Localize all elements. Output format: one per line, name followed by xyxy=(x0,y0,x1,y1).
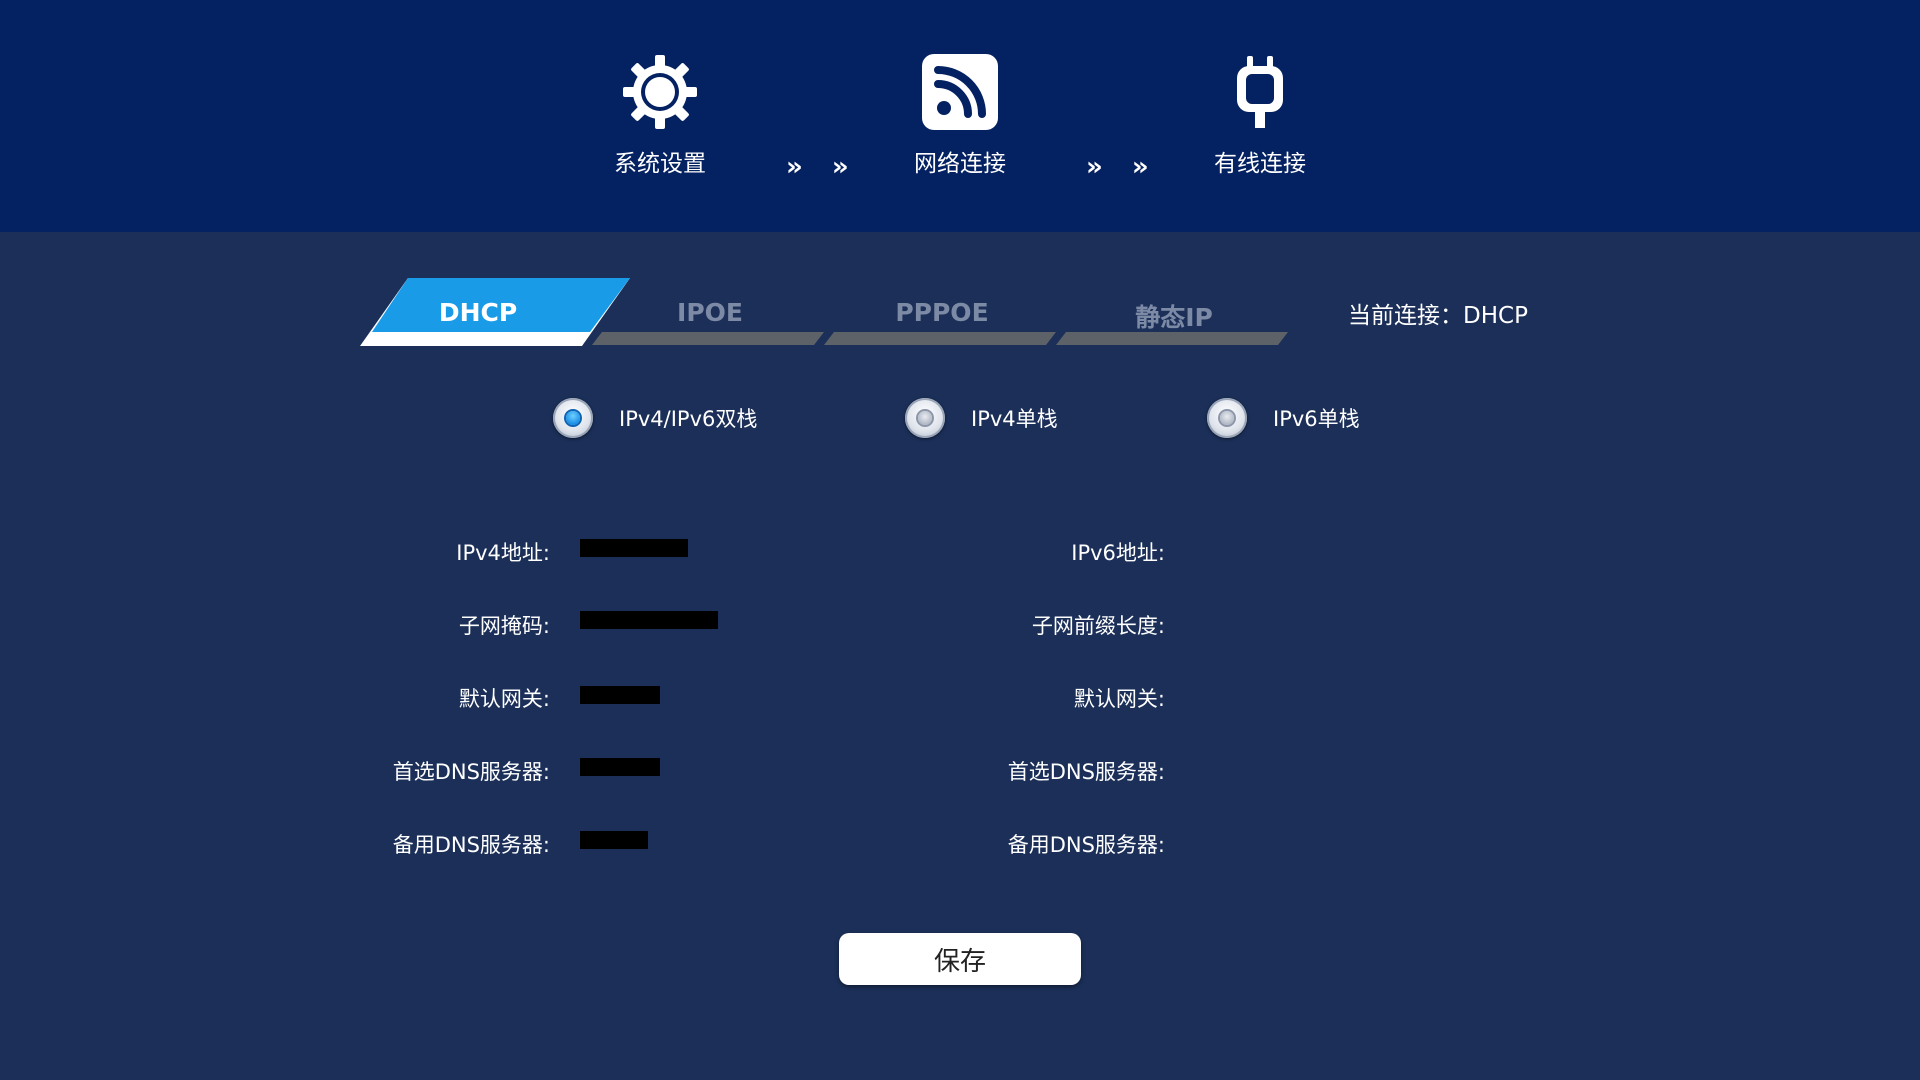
ipv6-default-gateway-label: 默认网关: xyxy=(1073,687,1165,711)
radio-indicator xyxy=(905,398,945,438)
plug-icon xyxy=(1220,52,1300,132)
ipv6-preferred-dns-label: 首选DNS服务器: xyxy=(1007,760,1165,784)
breadcrumb-separator-1: » » xyxy=(786,152,859,182)
save-button[interactable]: 保存 xyxy=(839,933,1081,985)
radio-label: IPv6单栈 xyxy=(1273,407,1360,431)
header-breadcrumb: 系统设置 » » 网络连接 » » 有线连接 xyxy=(0,0,1920,232)
radio-indicator xyxy=(1207,398,1247,438)
tab-ipoe[interactable]: IPOE xyxy=(592,276,828,346)
radio-label: IPv4单栈 xyxy=(971,407,1058,431)
tab-label: IPOE xyxy=(677,298,743,327)
breadcrumb-label: 有线连接 xyxy=(1214,151,1306,177)
ipv4-alternate-dns-label: 备用DNS服务器: xyxy=(392,833,550,857)
breadcrumb-item-system-settings[interactable]: 系统设置 xyxy=(560,52,760,178)
breadcrumb-separator-2: » » xyxy=(1086,152,1159,182)
radio-ipv4-single-stack[interactable]: IPv4单栈 xyxy=(905,398,1058,438)
current-connection-status: 当前连接：DHCP xyxy=(1348,303,1528,329)
ipv6-address-label: IPv6地址: xyxy=(1071,541,1165,565)
ipv4-subnet-mask-label: 子网掩码: xyxy=(458,614,550,638)
breadcrumb-label: 系统设置 xyxy=(614,151,706,177)
ipv6-prefix-length-label: 子网前缀长度: xyxy=(1031,614,1165,638)
ipv6-alternate-dns-label: 备用DNS服务器: xyxy=(1007,833,1165,857)
breadcrumb-item-network-connection[interactable]: 网络连接 xyxy=(860,52,1060,178)
tab-static-ip[interactable]: 静态IP xyxy=(1056,276,1292,346)
tab-label: 静态IP xyxy=(1135,303,1213,332)
ipv4-default-gateway-label: 默认网关: xyxy=(458,687,550,711)
ipv4-preferred-dns-label: 首选DNS服务器: xyxy=(392,760,550,784)
tab-pppoe[interactable]: PPPOE xyxy=(824,276,1060,346)
ipv4-address-label: IPv4地址: xyxy=(456,541,550,565)
ipv4-subnet-mask-value xyxy=(580,611,718,629)
gear-icon xyxy=(620,52,700,132)
breadcrumb-label: 网络连接 xyxy=(914,151,1006,177)
breadcrumb-item-wired-connection[interactable]: 有线连接 xyxy=(1160,52,1360,178)
ipv4-alternate-dns-value xyxy=(580,831,648,849)
tab-label: DHCP xyxy=(438,298,518,327)
radio-indicator xyxy=(553,398,593,438)
ipv4-preferred-dns-value xyxy=(580,758,660,776)
tab-dhcp[interactable]: DHCP xyxy=(360,276,630,346)
radio-ipv6-single-stack[interactable]: IPv6单栈 xyxy=(1207,398,1360,438)
radio-label: IPv4/IPv6双栈 xyxy=(619,407,758,431)
ipv4-default-gateway-value xyxy=(580,686,660,704)
radio-ipv4-ipv6-dual-stack[interactable]: IPv4/IPv6双栈 xyxy=(553,398,757,438)
ipv4-address-value xyxy=(580,539,688,557)
rss-icon xyxy=(920,52,1000,132)
tab-label: PPPOE xyxy=(895,298,989,327)
